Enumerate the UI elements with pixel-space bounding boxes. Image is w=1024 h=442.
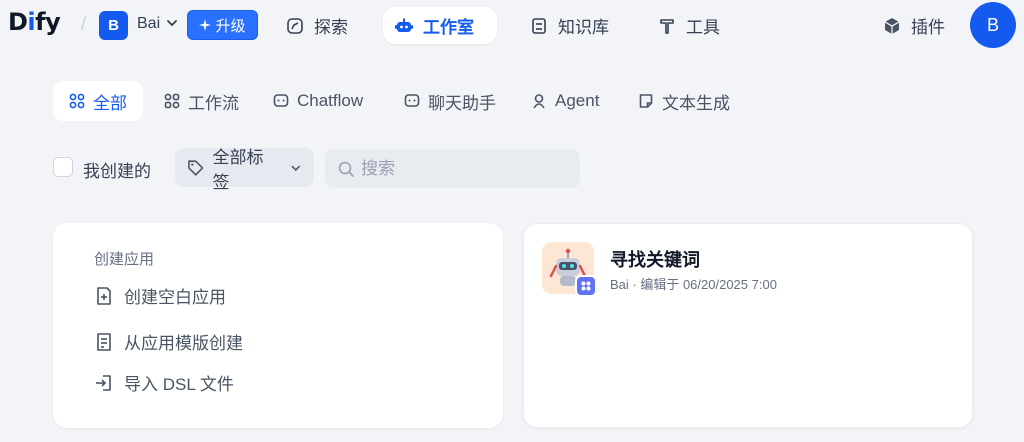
upgrade-button[interactable]: 升级 (187, 10, 258, 40)
app-name: 寻找关键词 (610, 250, 700, 270)
create-app-title: 创建应用 (94, 251, 155, 268)
create-from-template-button[interactable]: 从应用模版创建 (94, 329, 243, 354)
create-app-card: 创建应用 创建空白应用 从应用模版创建 导入 DSL 文件 (53, 223, 503, 428)
user-avatar[interactable]: B (970, 2, 1016, 48)
cube-icon (884, 17, 900, 34)
chat-bot-icon (404, 94, 420, 107)
tag-filter-dropdown[interactable]: 全部标签 (175, 148, 314, 192)
created-by-me-label[interactable]: 我创建的 (83, 157, 151, 182)
workspace-name[interactable]: Bai (137, 15, 160, 33)
tag-icon (188, 159, 204, 176)
import-dsl-button[interactable]: 导入 DSL 文件 (94, 370, 234, 395)
tag-filter-label: 全部标签 (212, 147, 264, 192)
tab-text-generation[interactable]: 文本生成 (624, 81, 744, 121)
agent-icon (533, 94, 545, 109)
file-template-icon (97, 332, 111, 351)
workspace-avatar[interactable]: B (99, 11, 128, 40)
tab-chat-assistant-label: 聊天助手 (428, 93, 496, 113)
nav-studio[interactable]: 工作室 (383, 7, 497, 44)
grid-icon (69, 93, 85, 109)
app-meta: Bai · 编辑于 06/20/2025 7:00 (610, 277, 777, 292)
dify-logo[interactable]: Dify (8, 8, 61, 36)
upgrade-label: 升级 (215, 17, 246, 35)
created-by-me-checkbox[interactable] (53, 157, 73, 177)
nav-studio-label: 工作室 (423, 18, 474, 37)
tab-agent[interactable]: Agent (517, 81, 613, 121)
tab-chatflow-label: Chatflow (297, 91, 364, 110)
import-icon (96, 374, 111, 391)
compass-icon (287, 17, 303, 34)
nav-knowledge[interactable]: 知识库 (518, 7, 621, 44)
nav-tools-label: 工具 (686, 18, 720, 37)
search-icon (338, 161, 354, 177)
tab-chatflow[interactable]: Chatflow (259, 81, 377, 121)
create-blank-app-button[interactable]: 创建空白应用 (94, 283, 226, 308)
nav-tools[interactable]: 工具 (646, 7, 732, 44)
tab-text-generation-label: 文本生成 (662, 93, 730, 113)
nav-explore-label: 探索 (314, 18, 348, 37)
workflow-badge-icon (581, 281, 591, 291)
book-icon (532, 17, 546, 34)
nav-plugins[interactable]: 插件 (871, 7, 957, 44)
nav-plugins-label: 插件 (911, 18, 945, 37)
search-box[interactable] (325, 149, 580, 188)
tab-all-label: 全部 (93, 93, 127, 113)
tab-workflow-label: 工作流 (188, 93, 239, 113)
top-header: Dify / B Bai 升级 探索 工作室 知识库 工具 插件 B (0, 0, 1024, 50)
chat-bubble-icon (273, 94, 289, 107)
chevron-down-icon (292, 165, 301, 171)
import-dsl-label: 导入 DSL 文件 (124, 375, 234, 394)
header-separator: / (81, 14, 87, 34)
robot-icon (395, 18, 413, 32)
tab-chat-assistant[interactable]: 聊天助手 (390, 81, 510, 121)
nav-knowledge-label: 知识库 (558, 18, 609, 37)
workflow-icon (164, 93, 180, 109)
file-plus-icon (97, 286, 111, 305)
search-input[interactable] (361, 158, 561, 179)
tab-agent-label: Agent (555, 91, 600, 110)
tab-workflow[interactable]: 工作流 (150, 81, 253, 121)
app-type-badge (575, 275, 597, 297)
create-blank-app-label: 创建空白应用 (124, 288, 226, 307)
tab-all[interactable]: 全部 (53, 81, 143, 121)
chevron-down-icon[interactable] (165, 16, 179, 30)
app-card[interactable]: 寻找关键词 Bai · 编辑于 06/20/2025 7:00 (523, 223, 973, 428)
document-icon (639, 94, 653, 108)
create-from-template-label: 从应用模版创建 (124, 334, 243, 353)
nav-explore[interactable]: 探索 (274, 7, 360, 44)
sparkle-icon (199, 19, 212, 31)
hammer-icon (660, 18, 674, 34)
